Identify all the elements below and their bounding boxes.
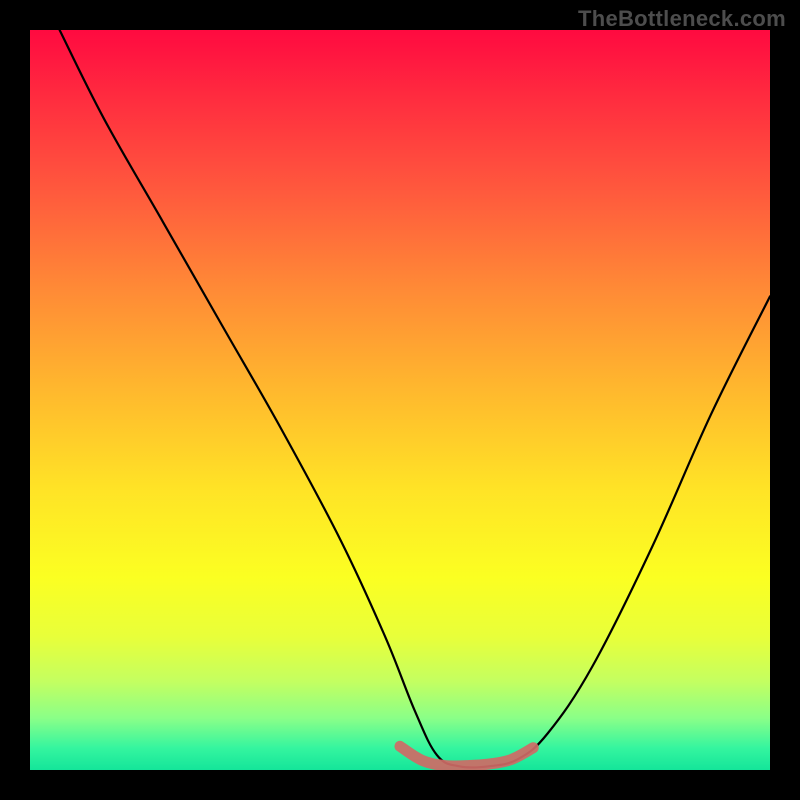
watermark-text: TheBottleneck.com (578, 6, 786, 32)
highlight-band (400, 746, 533, 766)
chart-frame: TheBottleneck.com (0, 0, 800, 800)
curve-layer (30, 30, 770, 770)
plot-area (30, 30, 770, 770)
bottleneck-curve (60, 30, 770, 768)
